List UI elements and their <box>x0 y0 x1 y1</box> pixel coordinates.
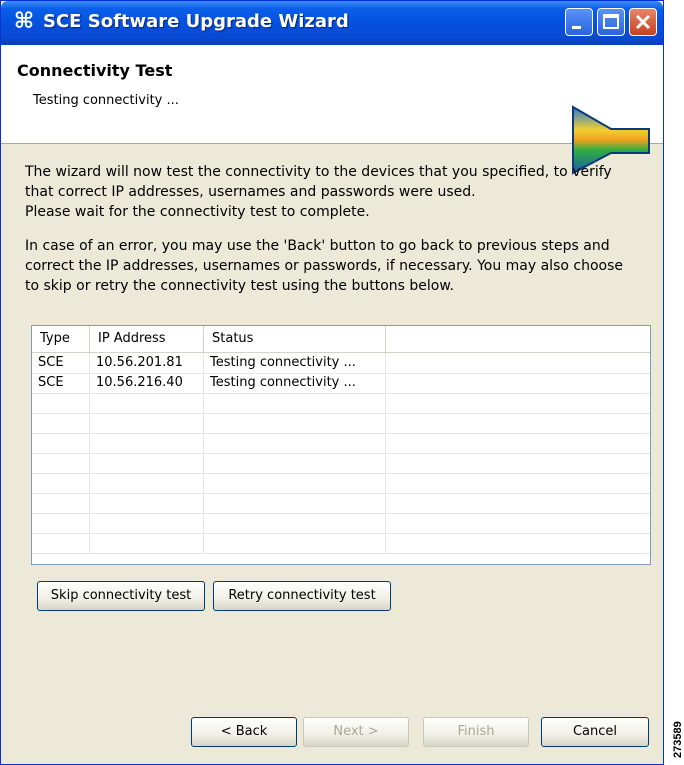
page-subtitle: Testing connectivity ... <box>33 93 179 108</box>
finish-button[interactable]: Finish <box>423 717 529 747</box>
cell-type: SCE <box>32 373 90 393</box>
wizard-window: ⌘ SCE Software Upgrade Wizard Connectivi… <box>0 0 664 765</box>
table-row-empty <box>32 533 650 554</box>
table-row-empty <box>32 393 650 414</box>
cell-type: SCE <box>32 353 90 373</box>
retry-connectivity-test-button[interactable]: Retry connectivity test <box>213 581 391 611</box>
intro-text: In case of an error, you may use the 'Ba… <box>25 238 610 254</box>
table-row-empty <box>32 453 650 474</box>
wizard-icon: ⌘ <box>13 9 35 34</box>
wizard-header: Connectivity Test Testing connectivity .… <box>1 45 663 175</box>
table-row-empty <box>32 433 650 454</box>
title-bar[interactable]: ⌘ SCE Software Upgrade Wizard <box>1 1 663 45</box>
window-title: SCE Software Upgrade Wizard <box>43 11 349 32</box>
cell-ip: 10.56.216.40 <box>90 373 204 393</box>
figure-id-text: 273589 <box>672 721 684 758</box>
close-icon <box>635 14 651 30</box>
close-button[interactable] <box>629 8 657 36</box>
cancel-button[interactable]: Cancel <box>541 717 649 747</box>
column-header-ip[interactable]: IP Address <box>90 326 204 352</box>
skip-connectivity-test-button[interactable]: Skip connectivity test <box>37 581 205 611</box>
next-button[interactable]: Next > <box>303 717 409 747</box>
intro-text: The wizard will now test the connectivit… <box>25 164 612 180</box>
back-button[interactable]: < Back <box>191 717 297 747</box>
table-row-empty <box>32 413 650 434</box>
intro-text: Please wait for the connectivity test to… <box>25 204 370 220</box>
intro-text: that correct IP addresses, usernames and… <box>25 184 476 200</box>
cell-status: Testing connectivity ... <box>204 373 386 393</box>
figure-id: 273589 <box>670 700 684 760</box>
connectivity-table[interactable]: Type IP Address Status SCE 10.56.201.81 … <box>31 325 651 565</box>
cell-ip: 10.56.201.81 <box>90 353 204 373</box>
column-header-type[interactable]: Type <box>32 326 90 352</box>
column-header-status[interactable]: Status <box>204 326 386 352</box>
maximize-icon <box>603 14 619 29</box>
cell-status: Testing connectivity ... <box>204 353 386 373</box>
intro-text: correct the IP addresses, usernames or p… <box>25 258 623 274</box>
table-row-empty <box>32 513 650 534</box>
minimize-icon <box>572 26 581 29</box>
intro-text: to skip or retry the connectivity test u… <box>25 278 454 294</box>
table-header: Type IP Address Status <box>32 326 650 353</box>
table-row[interactable]: SCE 10.56.216.40 Testing connectivity ..… <box>32 373 650 394</box>
table-row-empty <box>32 493 650 514</box>
maximize-button[interactable] <box>597 8 625 36</box>
table-row-empty <box>32 473 650 494</box>
table-row[interactable]: SCE 10.56.201.81 Testing connectivity ..… <box>32 353 650 374</box>
minimize-button[interactable] <box>565 8 593 36</box>
page-title: Connectivity Test <box>17 61 173 80</box>
